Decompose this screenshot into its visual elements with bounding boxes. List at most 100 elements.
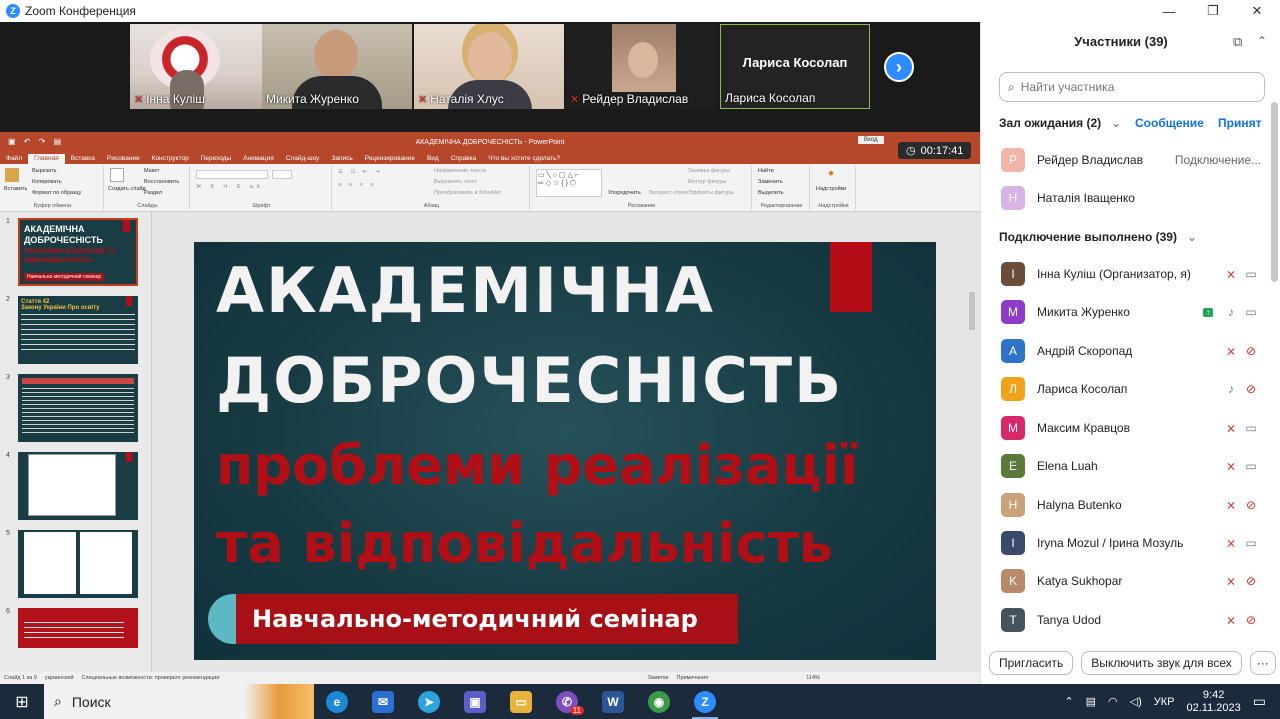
zoom-level[interactable]: 114% [806,675,820,681]
menu-transitions[interactable]: Переходы [195,154,238,164]
menu-animation[interactable]: Анимация [237,154,280,164]
mic-muted-icon[interactable]: ⨯ [1221,574,1241,588]
message-button[interactable]: Сообщение [1135,116,1204,130]
participant-row[interactable]: Л Лариса Косолап ♪ ⊘ [1001,375,1261,403]
quick-access-icons[interactable]: ▣ ↶ ↷ ▤ [8,137,64,146]
zoom-taskbar-icon[interactable]: Z [682,684,728,719]
video-tile[interactable]: ✕ Інна Куліш [130,24,280,109]
minimize-button[interactable]: — [1146,0,1192,22]
menu-draw[interactable]: Рисование [101,154,146,164]
align-text-button[interactable]: Выровнять текст [434,179,477,185]
participant-row[interactable]: А Андрій Скоропад ⨯ ⊘ [1001,337,1261,365]
invite-button[interactable]: Пригласить [989,651,1074,675]
font-style-icons[interactable]: Ж К Ч S ab [196,184,264,190]
camera-icon[interactable]: ▭ [1241,459,1261,473]
menu-record[interactable]: Запись [325,154,358,164]
mic-muted-icon[interactable]: ⨯ [1221,421,1241,435]
menu-help[interactable]: Справка [445,154,483,164]
search-input[interactable] [1020,80,1241,94]
language-indicator[interactable]: УКР [1154,696,1175,708]
save-app-icon[interactable]: ▣ [452,684,498,719]
network-icon[interactable]: ▤ [1086,695,1096,708]
video-tile-active-speaker[interactable]: Лариса Косолап Лариса Косолап [720,24,870,109]
shapes-gallery[interactable]: ▭ ╲ ○ ▢ △ ⌐ ⇨ ◇ ☆ { } ⬡ [536,169,602,197]
replace-button[interactable]: Заменить [758,179,783,185]
participant-search[interactable]: ⌕ [999,72,1265,102]
waiting-participant[interactable]: Н Наталія Іващенко [1001,184,1261,212]
collapse-icon[interactable]: ⌃ [1257,34,1267,48]
camera-icon[interactable]: ▭ [1241,421,1261,435]
participant-row[interactable]: М Максим Кравцов ⨯ ▭ [1001,414,1261,442]
slide-thumb-6[interactable] [18,608,138,648]
reset-button[interactable]: Восстановить [144,179,179,185]
waiting-room-header[interactable]: Зал ожидания (2) ⌄ [999,116,1121,130]
chrome-icon[interactable]: ◉ [636,684,682,719]
font-size-field[interactable] [272,170,292,179]
maximize-button[interactable]: ❐ [1190,0,1236,22]
admit-button[interactable]: Принят [1218,116,1261,130]
section-button[interactable]: Раздел [144,190,162,196]
camera-off-icon[interactable]: ⊘ [1241,574,1261,588]
cut-button[interactable]: Вырезать [32,168,56,174]
participant-row[interactable]: E Elena Luah ⨯ ▭ [1001,452,1261,480]
slide-thumb-3[interactable] [18,374,138,442]
select-button[interactable]: Выделить [758,190,783,196]
word-icon[interactable]: W [590,684,636,719]
mic-muted-icon[interactable]: ⨯ [1221,498,1241,512]
mic-muted-icon[interactable]: ⨯ [1221,267,1241,281]
scrollbar-thumb[interactable] [969,292,975,330]
camera-off-icon[interactable]: ⊘ [1241,382,1261,396]
list-icons[interactable]: ☰ ☷ ⇤ ⇥ [338,169,383,175]
wifi-icon[interactable]: ◠ [1108,695,1118,708]
align-icons[interactable]: ≡ ≡ ≡ ≡ [338,182,376,188]
video-tile[interactable]: ✕ Рейдер Владислав [566,24,716,109]
slide-scrollbar[interactable] [968,232,976,632]
accessibility-status[interactable]: Специальные возможности: проверьте реком… [82,675,220,681]
camera-icon[interactable]: ▭ [1241,536,1261,550]
smartart-button[interactable]: Преобразовать в SmartArt [434,190,501,196]
signin-button[interactable]: Вход [858,136,884,144]
clock[interactable]: 9:42 02.11.2023 [1187,689,1241,715]
telegram-icon[interactable]: ➤ [406,684,452,719]
taskbar-search[interactable]: ⌕ Поиск [44,684,314,719]
layout-button[interactable]: Макет [144,168,160,174]
arrange-button[interactable]: Упорядочить [608,190,641,196]
waiting-participant[interactable]: Р Рейдер Владислав Подключение... [1001,146,1261,174]
popout-icon[interactable]: ⧉ [1233,34,1242,50]
camera-off-icon[interactable]: ⊘ [1241,498,1261,512]
quick-styles-button[interactable]: Экспресс-стили [648,190,688,196]
menu-file[interactable]: Файл [0,154,28,164]
current-slide[interactable]: АКАДЕМІЧНА ДОБРОЧЕСНІСТЬ проблеми реаліз… [194,242,936,660]
shape-outline-button[interactable]: Контур фигуры [688,179,726,185]
find-button[interactable]: Найти [758,168,774,174]
paste-button[interactable]: Вставить [4,186,27,192]
video-tile[interactable]: ✕ Наталія Хлус [414,24,564,109]
text-direction-button[interactable]: Направление текста [434,168,486,174]
menu-review[interactable]: Рецензирование [359,154,421,164]
participant-row[interactable]: T Tanya Udod ⨯ ⊘ [1001,606,1261,634]
menu-design[interactable]: Конструктор [146,154,195,164]
next-page-icon[interactable]: › [884,52,914,82]
chevron-up-icon[interactable]: ⌃ [1064,695,1073,708]
menu-view[interactable]: Вид [421,154,445,164]
shape-fill-button[interactable]: Заливка фигуры [688,168,730,174]
language-status[interactable]: украинский [45,675,74,681]
mute-all-button[interactable]: Выключить звук для всех [1081,651,1242,675]
video-tile[interactable]: Микита Журенко [262,24,412,109]
participant-row[interactable]: М Микита Журенко ↑ ♪ ▭ [1001,298,1261,326]
panel-scrollbar[interactable] [1271,102,1278,282]
new-slide-button[interactable]: Создать слайд [108,186,146,192]
camera-icon[interactable]: ▭ [1241,267,1261,281]
participant-row[interactable]: І Інна Куліш (Организатор, я) ⨯ ▭ [1001,260,1261,288]
notes-button[interactable]: Заметки [647,675,668,681]
slide-thumb-4[interactable] [18,452,138,520]
mic-icon[interactable]: ♪ [1221,382,1241,396]
participant-row[interactable]: K Katya Sukhopar ⨯ ⊘ [1001,567,1261,595]
copy-button[interactable]: Копировать [32,179,62,185]
windows-start-icon[interactable]: ⊞ [0,684,44,719]
mic-muted-icon[interactable]: ⨯ [1221,536,1241,550]
menu-slideshow[interactable]: Слайд-шоу [280,154,326,164]
mic-icon[interactable]: ♪ [1221,305,1241,319]
viber-icon[interactable]: ✆ 11 [544,684,590,719]
participant-row[interactable]: H Halyna Butenko ⨯ ⊘ [1001,491,1261,519]
